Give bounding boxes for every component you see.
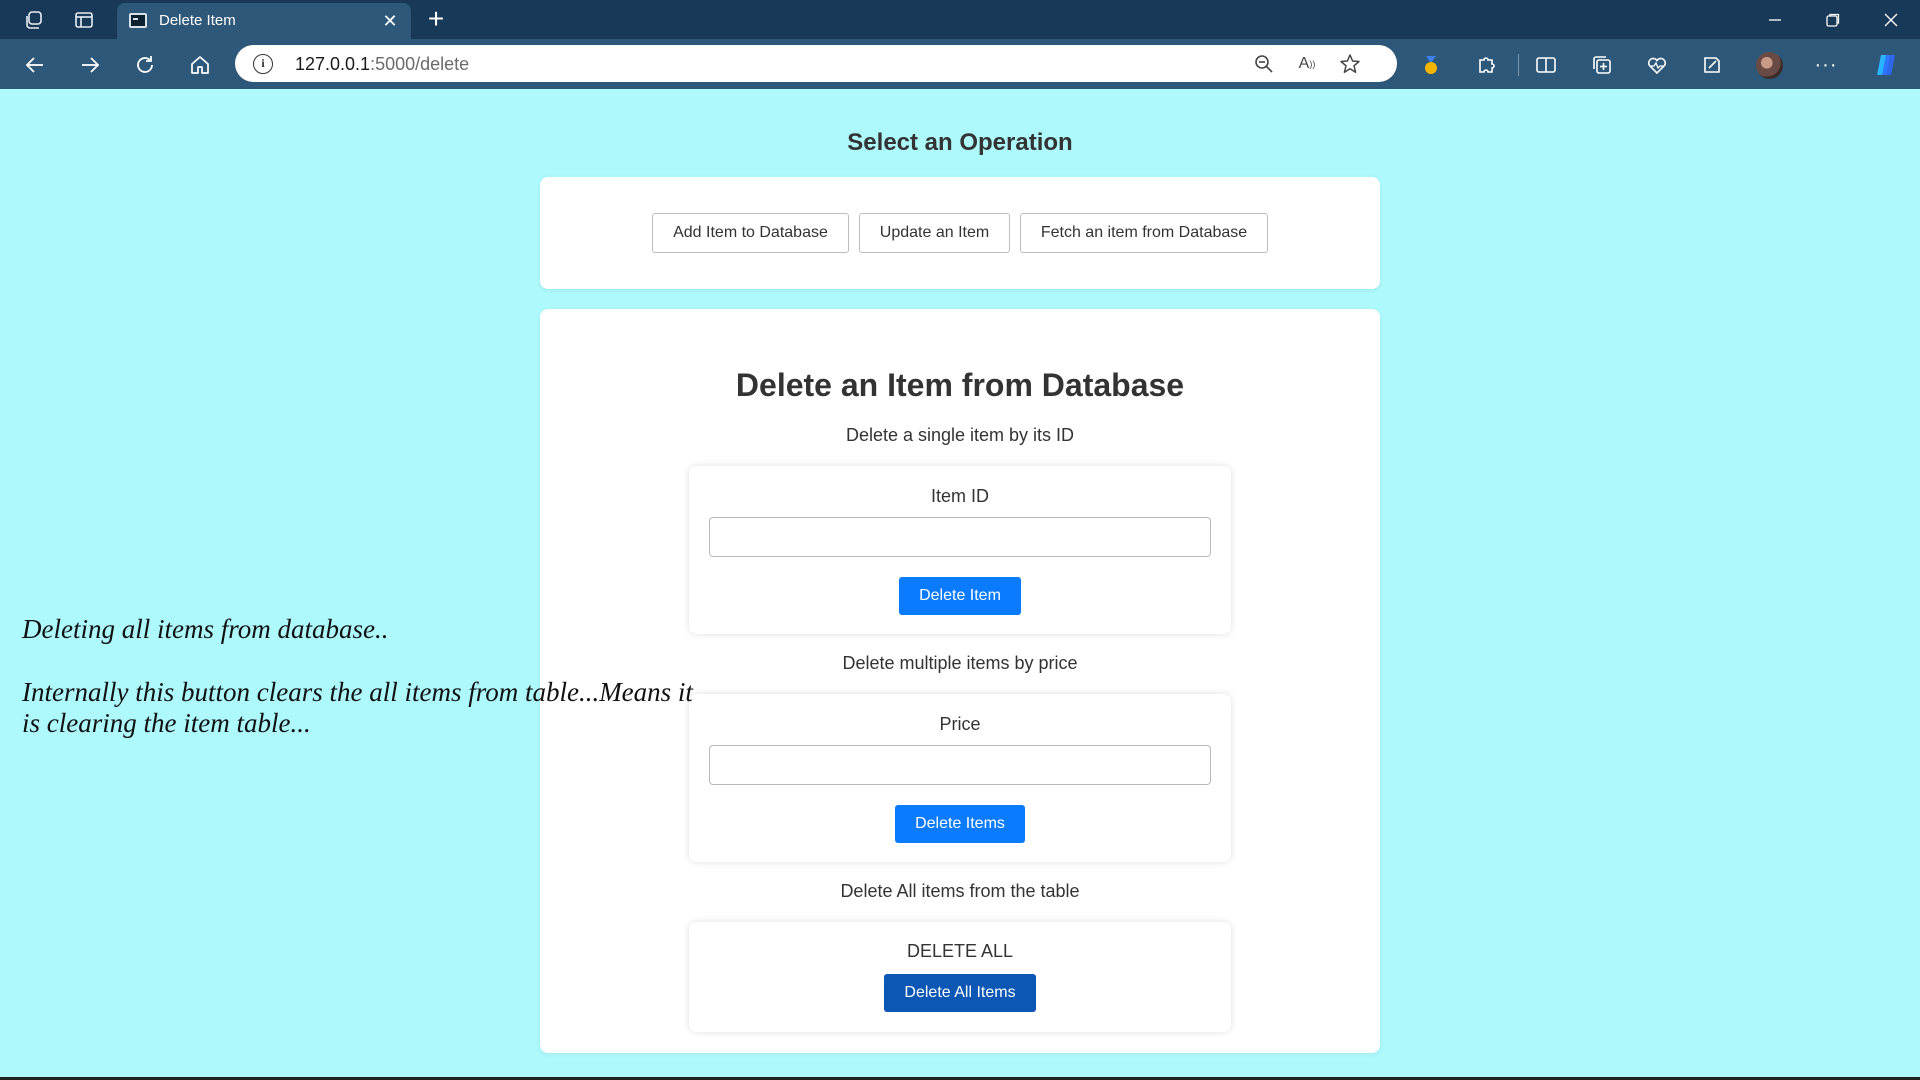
close-tab-icon[interactable]: ✕ [379,10,401,32]
item-id-label: Item ID [930,486,989,506]
active-tab[interactable]: Delete Item ✕ [117,3,411,39]
feedback-icon[interactable] [1698,51,1726,79]
single-delete-description: Delete a single item by its ID [845,425,1075,445]
profile-avatar[interactable] [1756,52,1783,79]
browser-tab-bar: Delete Item ✕ + [0,0,1920,39]
annotation-line-2: Internally this button clears the all it… [22,677,693,707]
forward-arrow-icon[interactable] [74,49,106,81]
toolbar-separator [1518,54,1519,76]
workspaces-icon[interactable] [18,6,48,34]
delete-item-button[interactable]: Delete Item [899,577,1021,615]
annotation-line-3: is clearing the item table... [22,708,311,738]
price-label: Price [939,714,981,734]
add-item-button[interactable]: Add Item to Database [652,213,849,253]
collections-icon[interactable] [1588,51,1616,79]
tab-title: Delete Item [159,12,236,29]
site-info-icon[interactable]: i [253,54,273,74]
extensions-puzzle-icon[interactable] [1472,51,1500,79]
page-content: Select an Operation Add Item to Database… [0,89,1920,1077]
fetch-item-button[interactable]: Fetch an item from Database [1020,213,1268,253]
delete-all-panel: DELETE ALL Delete All Items [689,922,1231,1032]
operations-card: Add Item to Database Update an Item Fetc… [540,177,1380,289]
url-text[interactable]: 127.0.0.1:5000/delete [295,54,469,75]
restore-icon[interactable] [1804,0,1862,39]
delete-items-button[interactable]: Delete Items [895,805,1025,843]
delete-by-price-panel: Price Delete Items [689,694,1231,862]
delete-all-description: Delete All items from the table [840,881,1080,901]
terminal-favicon-icon [129,13,147,28]
operation-title: Select an Operation [847,129,1073,156]
tab-actions-icon[interactable] [69,6,99,34]
item-id-input[interactable] [709,517,1211,557]
home-icon[interactable] [184,49,216,81]
rewards-medal-icon[interactable] [1417,51,1445,79]
close-window-icon[interactable] [1862,0,1920,39]
minimize-icon[interactable] [1746,0,1804,39]
read-aloud-icon[interactable]: A)) [1295,52,1319,76]
browser-essentials-heart-icon[interactable] [1643,51,1671,79]
multiple-delete-description: Delete multiple items by price [842,653,1078,673]
favorite-star-icon[interactable] [1338,52,1362,76]
update-item-button[interactable]: Update an Item [859,213,1010,253]
browser-toolbar: i 127.0.0.1:5000/delete A)) ··· [0,39,1920,89]
price-input[interactable] [709,745,1211,785]
zoom-out-icon[interactable] [1252,52,1276,76]
delete-by-id-panel: Item ID Delete Item [689,466,1231,634]
copilot-icon[interactable] [1872,51,1900,79]
delete-all-items-button[interactable]: Delete All Items [884,974,1036,1012]
address-bar[interactable]: i 127.0.0.1:5000/delete A)) [235,45,1397,82]
new-tab-plus-icon[interactable]: + [421,5,451,34]
back-arrow-icon[interactable] [19,49,51,81]
more-options-icon[interactable]: ··· [1812,51,1840,79]
refresh-icon[interactable] [129,49,161,81]
page-heading: Delete an Item from Database [735,367,1185,403]
split-screen-icon[interactable] [1532,51,1560,79]
delete-all-label: DELETE ALL [906,941,1014,961]
annotation-line-1: Deleting all items from database.. [22,614,389,644]
